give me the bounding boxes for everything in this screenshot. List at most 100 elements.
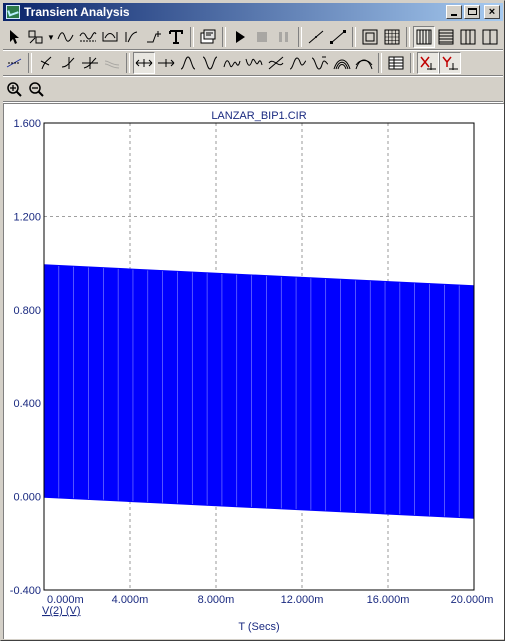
cursor-mode-icon bbox=[6, 58, 22, 68]
peak-find-button[interactable] bbox=[177, 52, 199, 74]
peak-icon bbox=[102, 32, 118, 42]
diagonal-button[interactable] bbox=[327, 26, 349, 48]
toolbar-separator bbox=[126, 53, 130, 73]
stop-icon bbox=[257, 32, 267, 42]
tag-vertical-icon bbox=[61, 57, 75, 69]
text-icon bbox=[169, 30, 183, 44]
grid-fine-icon bbox=[384, 29, 400, 45]
y-tick-label: 0.800 bbox=[13, 305, 41, 317]
select-arrow-icon bbox=[10, 30, 19, 44]
text-button[interactable] bbox=[165, 26, 187, 48]
layout-1-icon bbox=[416, 29, 432, 45]
layout-2-icon bbox=[438, 29, 454, 45]
x-scale-button[interactable] bbox=[417, 52, 439, 74]
toolbar-zoom bbox=[3, 77, 503, 101]
maximize-button[interactable] bbox=[464, 5, 480, 19]
toolbar-separator bbox=[28, 53, 32, 73]
global-high-button[interactable] bbox=[287, 52, 309, 74]
transient-analysis-window: Transient Analysis × ▼ -0.400 0.000 0.40… bbox=[0, 0, 505, 641]
tag-cursor-button[interactable] bbox=[101, 52, 123, 74]
close-icon: × bbox=[488, 6, 496, 18]
low-icon bbox=[245, 58, 263, 66]
bottom-button[interactable] bbox=[353, 52, 375, 74]
pause-icon bbox=[279, 32, 288, 42]
layout-4-button[interactable] bbox=[479, 26, 501, 48]
tag-button[interactable] bbox=[35, 52, 57, 74]
level-button[interactable] bbox=[143, 26, 165, 48]
y-tick-label: -0.400 bbox=[10, 585, 41, 597]
high-button[interactable] bbox=[221, 52, 243, 74]
table-button[interactable] bbox=[385, 52, 407, 74]
tag-horizontal-button[interactable] bbox=[79, 52, 101, 74]
window-title: Transient Analysis bbox=[24, 5, 130, 19]
zoom-in-button[interactable] bbox=[3, 78, 25, 100]
layout-1-button[interactable] bbox=[413, 26, 435, 48]
grid-box-icon bbox=[362, 29, 378, 45]
line-icon bbox=[308, 30, 324, 44]
cursor-right-button[interactable] bbox=[155, 52, 177, 74]
toolbar-main: ▼ bbox=[3, 25, 503, 49]
x-tick-label: 4.000m bbox=[112, 594, 149, 606]
slope-icon bbox=[125, 31, 138, 43]
transient-plot[interactable]: -0.4000.0000.4000.8001.2001.6000.000m 4.0… bbox=[4, 104, 504, 639]
chart-title: LANZAR_BIP1.CIR bbox=[211, 110, 306, 122]
global-low-button[interactable] bbox=[309, 52, 331, 74]
legend-v2[interactable]: V(2) (V) bbox=[42, 605, 81, 617]
zoom-out-icon bbox=[29, 82, 44, 97]
x-tick-label: 16.000m bbox=[367, 594, 410, 606]
trace-envelope bbox=[44, 264, 474, 519]
tag-vertical-button[interactable] bbox=[57, 52, 79, 74]
toolbar-separator bbox=[378, 53, 382, 73]
valley-find-button[interactable] bbox=[199, 52, 221, 74]
peak-find-icon bbox=[180, 56, 196, 70]
run-icon bbox=[236, 31, 245, 43]
top-button[interactable] bbox=[331, 52, 353, 74]
select-tool-button[interactable] bbox=[3, 26, 25, 48]
cursor-left-button[interactable] bbox=[133, 52, 155, 74]
tag-horizontal-icon bbox=[82, 57, 98, 69]
x-axis-label: T (Secs) bbox=[238, 621, 279, 633]
peak-button[interactable] bbox=[99, 26, 121, 48]
waveform-edit-button[interactable] bbox=[55, 26, 77, 48]
run-button[interactable] bbox=[229, 26, 251, 48]
table-icon bbox=[388, 56, 404, 70]
tokens-icon bbox=[79, 32, 97, 42]
inflection-button[interactable] bbox=[265, 52, 287, 74]
high-icon bbox=[223, 60, 241, 68]
title-bar[interactable]: Transient Analysis × bbox=[3, 3, 503, 21]
grid-fine-button[interactable] bbox=[381, 26, 403, 48]
stop-button[interactable] bbox=[251, 26, 273, 48]
close-button[interactable]: × bbox=[484, 5, 500, 19]
plot-panel[interactable]: -0.400 0.000 0.400 0.800 1.200 1.600 0.000m 4.0… bbox=[3, 103, 504, 639]
zoom-in-icon bbox=[7, 82, 22, 97]
maximize-icon bbox=[468, 8, 477, 15]
y-scale-button[interactable] bbox=[439, 52, 461, 74]
minimize-button[interactable] bbox=[446, 5, 462, 19]
toolbar-cursor bbox=[3, 51, 503, 75]
tag-icon bbox=[40, 56, 52, 70]
y-scale-icon bbox=[442, 56, 458, 70]
layout-2-button[interactable] bbox=[435, 26, 457, 48]
pause-button[interactable] bbox=[273, 26, 295, 48]
y-tick-label: 0.400 bbox=[13, 398, 41, 410]
line-button[interactable] bbox=[305, 26, 327, 48]
cursor-mode-button[interactable] bbox=[3, 52, 25, 74]
scale-dropdown-arrow[interactable]: ▼ bbox=[47, 26, 55, 48]
app-icon[interactable] bbox=[6, 5, 20, 19]
tokens-button[interactable] bbox=[77, 26, 99, 48]
properties-button[interactable] bbox=[197, 26, 219, 48]
y-tick-label: 1.200 bbox=[13, 211, 41, 223]
diagonal-icon bbox=[330, 30, 346, 44]
tag-cursor-icon bbox=[104, 60, 120, 69]
zoom-out-button[interactable] bbox=[25, 78, 47, 100]
top-icon bbox=[333, 59, 351, 70]
scale-button[interactable] bbox=[25, 26, 47, 48]
low-button[interactable] bbox=[243, 52, 265, 74]
layout-3-icon bbox=[460, 29, 476, 45]
scale-icon bbox=[28, 30, 43, 44]
slope-button[interactable] bbox=[121, 26, 143, 48]
layout-3-button[interactable] bbox=[457, 26, 479, 48]
grid-box-button[interactable] bbox=[359, 26, 381, 48]
x-scale-icon bbox=[420, 56, 436, 70]
y-tick-label: 1.600 bbox=[13, 118, 41, 130]
